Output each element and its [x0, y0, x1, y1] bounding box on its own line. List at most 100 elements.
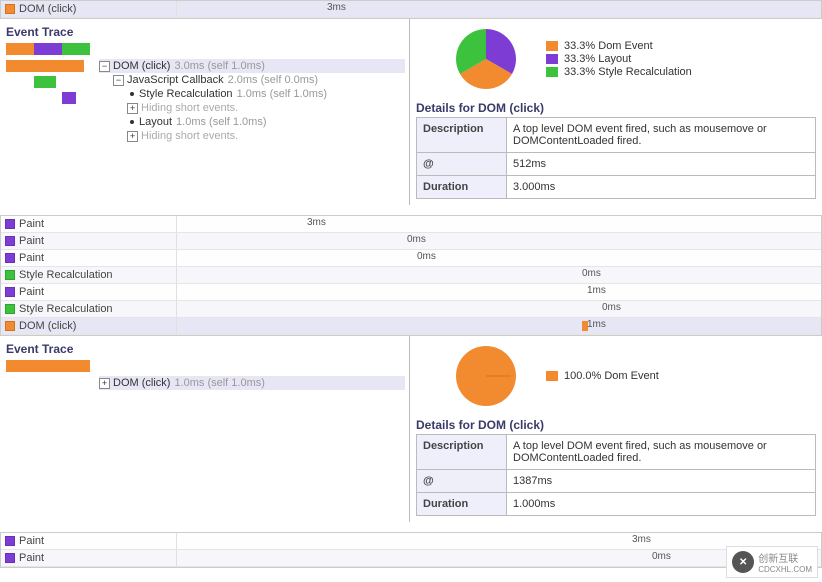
trace-bars-column [0, 376, 95, 396]
collapse-icon[interactable]: − [99, 61, 110, 72]
timeline-track[interactable]: 0ms [176, 267, 821, 283]
tree-label: DOM (click) [113, 377, 170, 389]
timeline-track[interactable]: 3ms [176, 216, 821, 232]
colorbar-segment [62, 43, 90, 55]
colorbar-segment [6, 43, 34, 55]
timeline-duration-label: 0ms [582, 268, 601, 279]
legend-item: 100.0% Dom Event [546, 370, 659, 382]
details-row: DescriptionA top level DOM event fired, … [417, 118, 816, 153]
timeline-row[interactable]: DOM (click)1ms [1, 318, 821, 335]
tree-label: Hiding short events. [141, 130, 238, 142]
tree-label: JavaScript Callback [127, 74, 224, 86]
expand-icon[interactable]: + [127, 103, 138, 114]
event-trace-title: Event Trace [0, 336, 409, 358]
tree-time: 1.0ms (self 1.0ms) [176, 116, 266, 128]
timeline-top: DOM (click) 3ms [0, 0, 822, 19]
timeline-track[interactable]: 1ms [176, 284, 821, 300]
tree-row[interactable]: +Hiding short events. [99, 101, 405, 115]
watermark-brand: 创新互联 [758, 550, 812, 565]
trace-colorbar [6, 43, 403, 55]
tree-row[interactable]: −DOM (click)3.0ms (self 1.0ms) [99, 59, 405, 73]
event-color-chip [5, 304, 15, 314]
pie-chart-icon [446, 23, 526, 95]
pie-legend: 33.3% Dom Event33.3% Layout33.3% Style R… [546, 39, 692, 79]
colorbar-segment [6, 360, 90, 372]
timeline-row[interactable]: DOM (click) 3ms [1, 1, 821, 18]
tree-row[interactable]: +DOM (click) 1.0ms (self 1.0ms) [99, 376, 405, 390]
details-key: Description [417, 118, 507, 153]
top-left-pane: Event Trace −DOM (click)3.0ms (self 1.0m… [0, 19, 410, 205]
mid-split: Event Trace +DOM (click) 1.0ms (self 1.0m… [0, 336, 822, 522]
details-value: 1387ms [507, 470, 816, 493]
timeline-row[interactable]: Paint0ms [1, 233, 821, 250]
watermark-sub: CDCXHL.COM [758, 565, 812, 574]
details-key: Description [417, 435, 507, 470]
expand-icon[interactable]: + [127, 131, 138, 142]
tree-time: 1.0ms (self 1.0ms) [237, 88, 327, 100]
event-name: Paint [19, 535, 44, 547]
timeline-row[interactable]: Paint 3ms [1, 533, 821, 550]
timeline-track[interactable]: 0ms [176, 301, 821, 317]
trace-tree: −DOM (click)3.0ms (self 1.0ms)−JavaScrip… [95, 59, 409, 149]
trace-bar [6, 60, 84, 72]
tree-label: Style Recalculation [139, 88, 233, 100]
timeline-row[interactable]: Paint0ms [1, 550, 821, 567]
event-name: Paint [19, 252, 44, 264]
legend-color-chip [546, 54, 558, 64]
timeline-track[interactable]: 0ms [176, 250, 821, 266]
details-key: @ [417, 153, 507, 176]
details-value: A top level DOM event fired, such as mou… [507, 118, 816, 153]
trace-bars-column [0, 59, 95, 149]
timeline-duration-label: 1ms [587, 319, 606, 330]
event-color-chip [5, 236, 15, 246]
details-title: Details for DOM (click) [416, 418, 816, 432]
trace-bar [34, 76, 56, 88]
tree-row[interactable]: −JavaScript Callback 2.0ms (self 0.0ms) [99, 73, 405, 87]
timeline-track[interactable]: 0ms [176, 233, 821, 249]
legend-color-chip [546, 371, 558, 381]
timeline-duration-label: 3ms [632, 534, 651, 545]
timeline-row[interactable]: Paint 0ms [1, 250, 821, 267]
tree-row[interactable]: Layout 1.0ms (self 1.0ms) [99, 115, 405, 129]
pie-legend-wrap: 33.3% Dom Event33.3% Layout33.3% Style R… [416, 21, 816, 95]
details-table: DescriptionA top level DOM event fired, … [416, 117, 816, 199]
timeline-row[interactable]: Paint1ms [1, 284, 821, 301]
tree-time: 2.0ms (self 0.0ms) [228, 74, 318, 86]
details-row: @1387ms [417, 470, 816, 493]
details-row: Duration3.000ms [417, 176, 816, 199]
tree-row[interactable]: +Hiding short events. [99, 129, 405, 143]
top-split: Event Trace −DOM (click)3.0ms (self 1.0m… [0, 19, 822, 205]
tree-row[interactable]: Style Recalculation 1.0ms (self 1.0ms) [99, 87, 405, 101]
timeline-track[interactable]: 3ms [176, 1, 821, 17]
timeline-row[interactable]: Style Recalculation 0ms [1, 301, 821, 318]
tree-label: DOM (click) [113, 60, 170, 72]
top-right-pane: 33.3% Dom Event33.3% Layout33.3% Style R… [410, 19, 822, 205]
trace-tree: +DOM (click) 1.0ms (self 1.0ms) [95, 376, 409, 396]
event-name: Paint [19, 218, 44, 230]
event-color-chip [5, 553, 15, 563]
details-row: Duration1.000ms [417, 493, 816, 516]
trace-colorbar [6, 360, 403, 372]
tree-time: 1.0ms (self 1.0ms) [174, 377, 264, 389]
collapse-icon[interactable]: − [113, 75, 124, 86]
timeline-track[interactable]: 1ms [176, 318, 821, 334]
details-row: DescriptionA top level DOM event fired, … [417, 435, 816, 470]
trace-bar [62, 92, 76, 104]
details-key: @ [417, 470, 507, 493]
pie-chart-icon [446, 340, 526, 412]
timeline-track[interactable]: 0ms [176, 550, 821, 566]
bullet-icon [130, 92, 134, 96]
timeline-track[interactable]: 3ms [176, 533, 821, 549]
expand-icon[interactable]: + [99, 378, 110, 389]
watermark-logo: ✕ 创新互联 CDCXHL.COM [726, 546, 818, 578]
details-title: Details for DOM (click) [416, 101, 816, 115]
details-value: 512ms [507, 153, 816, 176]
event-name: Style Recalculation [19, 303, 113, 315]
event-name: DOM (click) [19, 3, 76, 15]
tree-label: Layout [139, 116, 172, 128]
timeline-mid: Paint3msPaint0msPaint0msStyle Recalculat… [0, 215, 822, 336]
pie-legend-wrap: 100.0% Dom Event [416, 338, 816, 412]
event-color-chip [5, 4, 15, 14]
timeline-row[interactable]: Paint 3ms [1, 216, 821, 233]
timeline-row[interactable]: Style Recalculation0ms [1, 267, 821, 284]
